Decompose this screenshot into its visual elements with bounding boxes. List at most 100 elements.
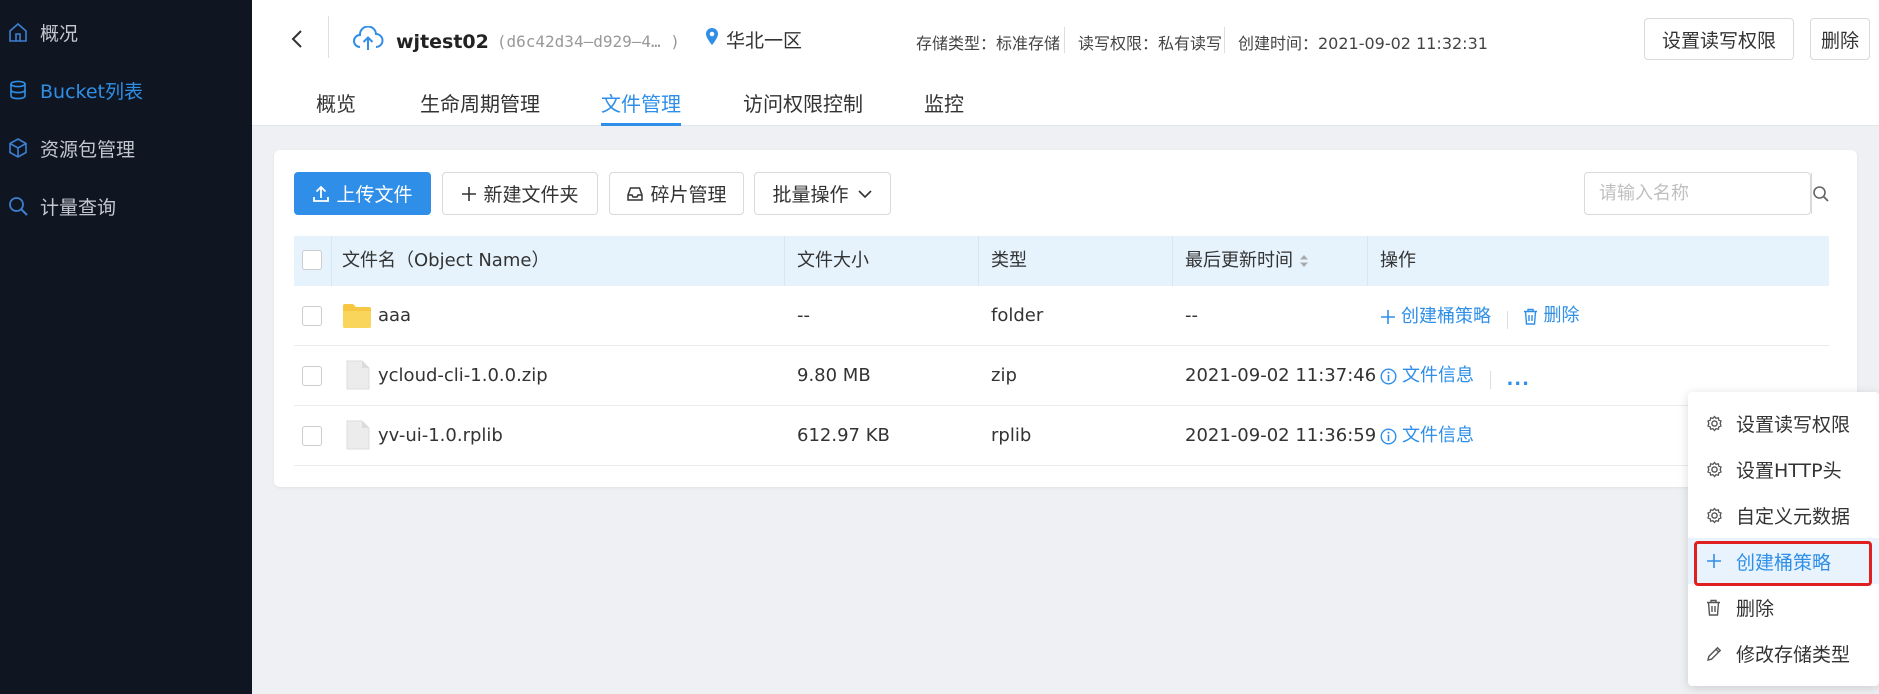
bucket-title: wjtest02 (d6c42d34–d929–4… ) xyxy=(352,25,680,57)
chevron-left-icon xyxy=(291,30,302,48)
gear-icon xyxy=(1706,414,1728,432)
column-header-updated[interactable]: 最后更新时间 xyxy=(1185,236,1309,286)
file-info-link[interactable]: 文件信息 xyxy=(1380,406,1474,466)
database-icon xyxy=(4,76,32,104)
divider xyxy=(784,236,785,286)
tab-overview[interactable]: 概览 xyxy=(316,88,356,126)
tab-lifecycle[interactable]: 生命周期管理 xyxy=(420,88,540,126)
more-actions-button[interactable]: ... xyxy=(1506,350,1530,410)
create-bucket-policy-label: 创建桶策略 xyxy=(1401,305,1491,327)
divider xyxy=(1172,236,1173,286)
chevron-down-icon xyxy=(857,189,873,199)
file-size: 612.97 KB xyxy=(797,425,890,446)
file-icon xyxy=(346,420,370,455)
table-row: ycloud-cli-1.0.0.zip 9.80 MB zip 2021-09… xyxy=(294,346,1829,406)
upload-file-label: 上传文件 xyxy=(336,184,413,206)
menu-item-change-storage-type[interactable]: 修改存储类型 xyxy=(1688,630,1879,676)
file-info-label: 文件信息 xyxy=(1402,365,1474,386)
divider xyxy=(1224,27,1225,53)
gear-icon xyxy=(1706,506,1728,524)
create-bucket-policy-link[interactable]: 创建桶策略 xyxy=(1380,287,1491,347)
file-size: -- xyxy=(797,305,810,326)
menu-item-label: 删除 xyxy=(1736,597,1775,620)
divider xyxy=(1064,27,1065,53)
sidebar: 概况 Bucket列表 资源包管理 计量查询 xyxy=(0,0,252,694)
sidebar-item-label: 资源包管理 xyxy=(40,138,136,161)
menu-item-delete[interactable]: 删除 xyxy=(1688,584,1879,630)
inbox-icon xyxy=(626,186,644,202)
divider xyxy=(331,236,332,286)
plus-icon xyxy=(1381,309,1395,324)
batch-operations-dropdown[interactable]: 批量操作 xyxy=(754,172,891,215)
menu-item-set-permission[interactable]: 设置读写权限 xyxy=(1688,400,1879,446)
menu-item-label: 设置读写权限 xyxy=(1736,413,1851,436)
upload-file-button[interactable]: 上传文件 xyxy=(294,172,431,215)
more-actions-menu: 设置读写权限 设置HTTP头 自定义元数据 创建桶策略 删除 修改存储类型 xyxy=(1688,392,1879,686)
file-info-label: 文件信息 xyxy=(1402,425,1474,446)
sidebar-item-overview[interactable]: 概况 xyxy=(0,8,252,56)
bucket-header: wjtest02 (d6c42d34–d929–4… ) 华北一区 存储类型：标… xyxy=(252,0,1879,126)
file-size: 9.80 MB xyxy=(797,365,871,386)
divider xyxy=(328,16,329,58)
tab-monitoring[interactable]: 监控 xyxy=(924,88,964,126)
file-type: folder xyxy=(991,305,1044,326)
row-checkbox[interactable] xyxy=(302,366,322,386)
cloud-upload-icon xyxy=(352,25,384,57)
new-folder-button[interactable]: 新建文件夹 xyxy=(442,172,598,215)
tab-bar: 概览 生命周期管理 文件管理 访问权限控制 监控 xyxy=(252,84,1879,126)
delete-bucket-button[interactable]: 删除 xyxy=(1810,18,1870,60)
table-row: aaa -- folder -- 创建桶策略 删除 xyxy=(294,286,1829,346)
menu-item-custom-metadata[interactable]: 自定义元数据 xyxy=(1688,492,1879,538)
select-all-checkbox[interactable] xyxy=(302,250,322,270)
delete-label: 删除 xyxy=(1543,305,1580,326)
menu-item-label: 设置HTTP头 xyxy=(1736,459,1842,482)
batch-operations-label: 批量操作 xyxy=(772,184,849,206)
file-type: zip xyxy=(991,365,1017,386)
file-name-link[interactable]: aaa xyxy=(378,286,411,346)
search-icon xyxy=(1813,185,1829,202)
back-button[interactable] xyxy=(282,22,312,56)
tab-access-control[interactable]: 访问权限控制 xyxy=(743,88,863,126)
sidebar-item-resource-packs[interactable]: 资源包管理 xyxy=(0,124,252,172)
region: 华北一区 xyxy=(704,26,802,53)
search-icon xyxy=(4,192,32,220)
file-icon xyxy=(346,360,370,395)
set-permission-button[interactable]: 设置读写权限 xyxy=(1644,18,1794,60)
plus-icon xyxy=(461,186,477,202)
row-operations: 创建桶策略 删除 xyxy=(1380,286,1579,346)
search-box xyxy=(1584,172,1829,215)
sidebar-item-label: 概况 xyxy=(40,22,79,45)
menu-item-label: 修改存储类型 xyxy=(1736,643,1851,666)
divider xyxy=(1367,236,1368,286)
row-operations: 文件信息 ... xyxy=(1380,346,1530,406)
pencil-icon xyxy=(1706,645,1728,662)
location-pin-icon xyxy=(704,27,720,52)
file-type: rplib xyxy=(991,425,1032,446)
bucket-name: wjtest02 xyxy=(396,30,489,53)
fragment-management-button[interactable]: 碎片管理 xyxy=(609,172,744,215)
delete-link[interactable]: 删除 xyxy=(1523,286,1579,346)
file-updated: 2021-09-02 11:37:46 xyxy=(1185,365,1377,386)
search-input[interactable] xyxy=(1585,173,1811,214)
file-name-link[interactable]: ycloud-cli-1.0.0.zip xyxy=(378,346,548,406)
column-header-operations: 操作 xyxy=(1380,250,1416,271)
tab-file-management[interactable]: 文件管理 xyxy=(601,88,681,126)
sidebar-item-label: Bucket列表 xyxy=(40,80,143,103)
file-info-link[interactable]: 文件信息 xyxy=(1380,346,1474,406)
home-icon xyxy=(4,18,32,46)
storage-type: 存储类型：标准存储 xyxy=(916,34,1061,53)
row-checkbox[interactable] xyxy=(302,426,322,446)
sidebar-item-label: 计量查询 xyxy=(40,196,117,219)
upload-icon xyxy=(312,185,330,203)
file-updated: -- xyxy=(1185,305,1198,326)
row-checkbox[interactable] xyxy=(302,306,322,326)
search-button[interactable] xyxy=(1811,173,1830,214)
sidebar-item-bucket-list[interactable]: Bucket列表 xyxy=(0,66,252,114)
file-name-link[interactable]: yv-ui-1.0.rplib xyxy=(378,406,503,466)
bucket-id: (d6c42d34–d929–4… ) xyxy=(496,32,680,51)
creation-time: 创建时间：2021-09-02 11:32:31 xyxy=(1238,34,1488,53)
column-header-type: 类型 xyxy=(991,250,1027,271)
trash-icon xyxy=(1706,599,1728,616)
sidebar-item-metering[interactable]: 计量查询 xyxy=(0,182,252,230)
menu-item-set-http-headers[interactable]: 设置HTTP头 xyxy=(1688,446,1879,492)
